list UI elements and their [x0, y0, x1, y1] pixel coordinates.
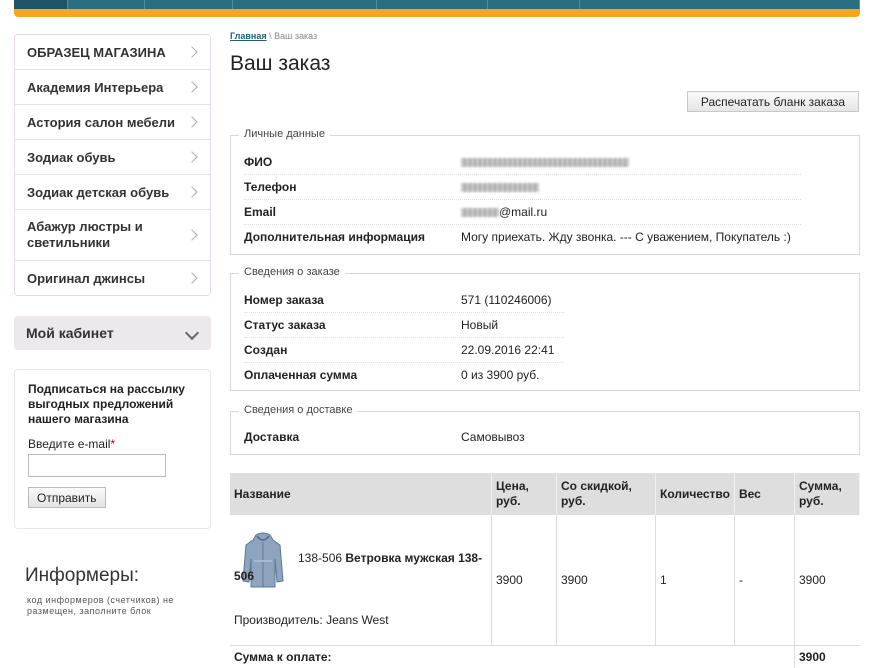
field-key: Статус заказа	[244, 317, 326, 332]
field-value-redacted	[461, 180, 539, 194]
page-title: Ваш заказ	[230, 52, 331, 75]
order-row-number: Номер заказа 571 (110246006)	[244, 287, 564, 313]
table-header-row: Название Цена, руб. Со скидкой, руб. Кол…	[230, 473, 860, 515]
order-items-table: Название Цена, руб. Со скидкой, руб. Кол…	[230, 473, 860, 668]
personal-row-phone: Телефон	[244, 174, 801, 200]
col-sum: Сумма, руб.	[794, 473, 860, 515]
section-legend: Сведения о доставке	[239, 404, 358, 416]
order-row-status: Статус заказа Новый	[244, 312, 564, 338]
email-label: Введите e-mail*	[28, 437, 116, 451]
category-item[interactable]: Зодиак обувь	[15, 140, 210, 175]
chevron-down-icon	[184, 325, 200, 341]
subscribe-email-input[interactable]	[28, 454, 166, 477]
order-row-created: Создан 22.09.2016 22:41	[244, 337, 564, 363]
product-title: Ветровка мужская 138-506	[234, 551, 483, 583]
chevron-right-icon	[186, 272, 198, 284]
category-label: Астория салон мебели	[27, 114, 176, 130]
category-item[interactable]: Астория салон мебели	[15, 105, 210, 140]
category-label: Абажур люстры и светильники	[27, 219, 143, 250]
field-value: Могу приехать. Жду звонка. --- С уважени…	[461, 229, 791, 244]
category-label: Зодиак детская обувь	[27, 184, 170, 200]
product-article: 138-506	[298, 551, 343, 565]
category-label: ОБРАЗЕЦ МАГАЗИНА	[27, 44, 166, 60]
breadcrumb-current: Ваш заказ	[274, 31, 318, 41]
category-item[interactable]: Зодиак детская обувь	[15, 175, 210, 210]
field-value: Самовывоз	[461, 429, 525, 444]
breadcrumb-separator: \	[269, 31, 272, 41]
price-cell: 3900	[491, 515, 557, 646]
field-key: Дополнительная информация	[244, 229, 425, 244]
section-legend: Сведения о заказе	[239, 266, 345, 278]
personal-row-name: ФИО	[244, 149, 801, 175]
personal-row-info: Дополнительная информация Могу приехать.…	[244, 224, 844, 249]
quantity-cell: 1	[655, 515, 735, 646]
chevron-right-icon	[186, 46, 198, 58]
field-key: Оплаченная сумма	[244, 367, 358, 382]
field-value: 0 из 3900 руб.	[461, 367, 540, 382]
col-discount: Со скидкой, руб.	[556, 473, 656, 515]
discount-cell: 3900	[556, 515, 656, 646]
subscribe-title: Подписаться на рассылку выгодных предлож…	[28, 382, 185, 426]
product-cell: 138-506 Ветровка мужская 138-506 Произво…	[230, 515, 492, 646]
order-row-paid: Оплаченная сумма 0 из 3900 руб.	[244, 362, 564, 387]
subscribe-submit-button[interactable]: Отправить	[28, 487, 106, 508]
category-item[interactable]: Абажур люстры и светильники	[15, 210, 210, 261]
col-price: Цена, руб.	[491, 473, 557, 515]
top-menu[interactable]	[14, 0, 860, 9]
breadcrumb-home-link[interactable]: Главная	[230, 31, 267, 41]
sidebar: ОБРАЗЕЦ МАГАЗИНА Академия Интерьера Асто…	[14, 34, 211, 529]
field-key: ФИО	[244, 154, 273, 169]
category-label: Академия Интерьера	[27, 79, 164, 95]
field-key: Доставка	[244, 429, 300, 444]
category-menu: ОБРАЗЕЦ МАГАЗИНА Академия Интерьера Асто…	[14, 34, 211, 296]
print-order-button[interactable]: Распечатать бланк заказа	[687, 91, 859, 112]
my-cabinet-toggle[interactable]: Мой кабинет	[14, 316, 211, 350]
total-label: Сумма к оплате:	[234, 650, 332, 664]
field-key: Создан	[244, 342, 288, 357]
section-legend: Личные данные	[239, 128, 330, 140]
chevron-right-icon	[186, 116, 198, 128]
category-label: Зодиак обувь	[27, 149, 116, 165]
required-mark: *	[110, 437, 116, 451]
col-quantity: Количество	[655, 473, 735, 515]
chevron-right-icon	[186, 229, 198, 241]
top-navigation-bar	[14, 0, 860, 17]
field-key: Телефон	[244, 179, 297, 194]
field-value: Новый	[461, 317, 499, 332]
field-key: Email	[244, 204, 277, 219]
chevron-right-icon	[186, 186, 198, 198]
chevron-right-icon	[186, 81, 198, 93]
col-weight: Вес	[734, 473, 795, 515]
order-info-section: Сведения о заказе Номер заказа 571 (1102…	[230, 266, 860, 391]
sum-cell: 3900	[794, 515, 860, 646]
personal-row-email: Email @mail.ru	[244, 199, 801, 225]
field-value-redacted	[461, 155, 629, 169]
chevron-right-icon	[186, 151, 198, 163]
total-row: Сумма к оплате: 3900	[230, 645, 860, 668]
category-label: Оригинал джинсы	[27, 270, 146, 286]
informers-title: Информеры:	[25, 565, 140, 586]
personal-data-section: Личные данные ФИО Телефон Email @mail.ru…	[230, 128, 860, 255]
weight-cell: -	[734, 515, 795, 646]
total-value: 3900	[794, 645, 860, 668]
delivery-row: Доставка Самовывоз	[244, 424, 564, 449]
category-item[interactable]: Академия Интерьера	[15, 70, 210, 105]
field-value: 571 (110246006)	[461, 292, 552, 307]
field-key: Номер заказа	[244, 292, 324, 307]
product-maker: Производитель: Jeans West	[234, 613, 389, 627]
informers-note: код информеров (счетчиков) не размещен, …	[27, 595, 174, 616]
my-cabinet-label: Мой кабинет	[26, 325, 114, 341]
category-item[interactable]: Оригинал джинсы	[15, 261, 210, 295]
subscribe-form: Подписаться на рассылку выгодных предлож…	[14, 369, 211, 529]
breadcrumb: Главная \ Ваш заказ	[230, 31, 317, 41]
delivery-section: Сведения о доставке Доставка Самовывоз	[230, 404, 860, 455]
field-value: @mail.ru	[461, 205, 547, 219]
col-name: Название	[230, 473, 492, 515]
category-item[interactable]: ОБРАЗЕЦ МАГАЗИНА	[15, 35, 210, 70]
field-value: 22.09.2016 22:41	[461, 342, 555, 357]
product-name[interactable]: 138-506 Ветровка мужская 138-506	[234, 549, 484, 585]
table-row: 138-506 Ветровка мужская 138-506 Произво…	[230, 515, 860, 646]
